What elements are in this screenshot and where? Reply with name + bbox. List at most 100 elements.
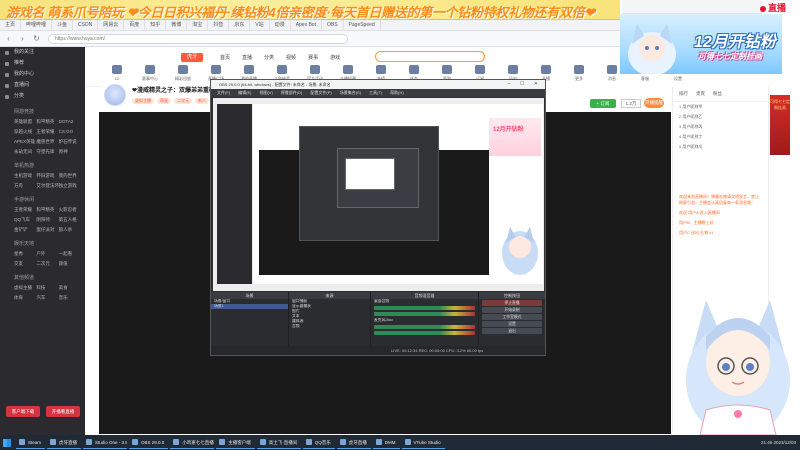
sidebar-category-link[interactable]: 汽车: [36, 294, 58, 302]
browser-tab[interactable]: 京东: [229, 20, 251, 30]
sidebar-category-link[interactable]: 户外: [36, 250, 58, 258]
sidebar-category-link[interactable]: 体育: [14, 294, 36, 302]
sidebar-section-heading[interactable]: 网游竞技: [0, 106, 85, 118]
streamer-avatar[interactable]: [104, 84, 126, 106]
promo-banner[interactable]: 12月开钻粉 可得七七定制挂画: [620, 14, 782, 74]
site-shortcut[interactable]: 赛事中心: [136, 65, 164, 82]
browser-tab[interactable]: PageSpeed: [344, 20, 381, 30]
sidebar-category-link[interactable]: 虚拟主播: [14, 284, 36, 292]
volume-meter[interactable]: [374, 325, 475, 329]
site-nav-link[interactable]: 赛事: [308, 54, 318, 61]
obs-menu-item[interactable]: 配置文件(P): [310, 89, 331, 97]
sidebar-category-link[interactable]: 交友: [14, 260, 36, 268]
browser-tab[interactable]: 网易云: [98, 20, 125, 30]
browser-tab[interactable]: OBS: [322, 20, 344, 30]
reload-icon[interactable]: ↻: [32, 34, 41, 43]
sidebar-category-link[interactable]: 艾尔登法环: [36, 182, 58, 190]
taskbar-app[interactable]: DMM: [372, 436, 400, 449]
sidebar-category-link[interactable]: 和平精英: [36, 206, 58, 214]
site-shortcut[interactable]: 精彩回放: [169, 65, 197, 82]
browser-tab[interactable]: 百度: [124, 20, 146, 30]
sidebar-category-link[interactable]: 和平精英: [36, 118, 58, 126]
browser-tab[interactable]: Apex Bot: [291, 20, 322, 30]
taskbar-app[interactable]: Studio One - 3.5: [83, 436, 128, 449]
sidebar-category-link[interactable]: 一起看: [59, 250, 81, 258]
sidebar-category-link[interactable]: 星秀: [14, 250, 36, 258]
taskbar-app[interactable]: 主播客户端: [216, 436, 255, 449]
taskbar-app[interactable]: 小鸡崽七七直播: [170, 436, 215, 449]
sidebar-category-link[interactable]: 蛋仔派对: [36, 226, 58, 234]
obs-menu-item[interactable]: 文件(F): [217, 89, 230, 97]
sidebar-category-link[interactable]: 炉石传说: [59, 138, 81, 146]
volume-meter[interactable]: [374, 306, 475, 310]
sidebar-category-link[interactable]: 原神: [59, 148, 81, 156]
sidebar-item[interactable]: 直播间: [0, 80, 85, 91]
site-shortcut[interactable]: 更多: [565, 65, 593, 82]
taskbar-app[interactable]: 高土飞·直播间: [256, 436, 301, 449]
browser-tab[interactable]: 抖音: [208, 20, 230, 30]
site-search-input[interactable]: [375, 51, 485, 62]
sidebar-category-link[interactable]: APEX英雄: [14, 138, 36, 146]
sidebar-section-heading[interactable]: 其他频道: [0, 272, 85, 284]
obs-control-button[interactable]: 退出: [482, 328, 542, 334]
rank-row[interactable]: 3 用户昵称丙: [673, 122, 768, 132]
sidebar-section-heading[interactable]: 手游休闲: [0, 194, 85, 206]
site-nav-link[interactable]: 分类: [264, 54, 274, 61]
obs-control-button[interactable]: 工作室模式: [482, 314, 542, 320]
browser-tab[interactable]: 动漫: [270, 20, 291, 30]
sidebar-category-link[interactable]: 王者荣耀: [36, 128, 58, 136]
site-nav-link[interactable]: 首页: [220, 54, 230, 61]
scene-item[interactable]: 场景1: [211, 304, 288, 309]
site-shortcut[interactable]: 12: [103, 65, 131, 82]
obs-window[interactable]: OBS 29.0.0 (64-bit, windows) - 配置文件: 未命名…: [210, 79, 546, 356]
rank-row[interactable]: 1 用户昵称甲: [673, 102, 768, 112]
sidebar-category-link[interactable]: 科技: [36, 284, 58, 292]
sidebar-category-link[interactable]: 主机游戏: [14, 172, 36, 180]
sidebar-item[interactable]: 我的中心: [0, 69, 85, 80]
sidebar-category-link[interactable]: 怀旧游戏: [36, 172, 58, 180]
sidebar-category-link[interactable]: 二次元: [36, 260, 58, 268]
forward-icon[interactable]: ›: [18, 34, 27, 43]
subscribe-button[interactable]: + 订阅: [590, 99, 616, 108]
sidebar-category-link[interactable]: 永劫无间: [14, 148, 36, 156]
sidebar-section-heading[interactable]: 单机热游: [0, 160, 85, 172]
obs-control-button[interactable]: 开始录制: [482, 307, 542, 313]
sidebar-section-heading[interactable]: 娱乐天地: [0, 238, 85, 250]
obs-preview[interactable]: 12月开钻粉: [213, 98, 544, 291]
stream-reminder-button[interactable]: 开播提醒: [644, 98, 664, 108]
rank-row[interactable]: 4 用户昵称丁: [673, 132, 768, 142]
browser-tab[interactable]: 微博: [166, 20, 188, 30]
sidebar-category-link[interactable]: DOTA2: [59, 118, 81, 126]
start-button[interactable]: [0, 435, 14, 450]
browser-tab[interactable]: CSDN: [73, 20, 99, 30]
browser-tab[interactable]: 哔哩哔哩: [21, 20, 53, 30]
sidebar-category-link[interactable]: 第五人格: [59, 216, 81, 224]
obs-menu-item[interactable]: 编辑(E): [238, 89, 251, 97]
sidebar-category-link[interactable]: 音乐: [59, 294, 81, 302]
obs-control-button[interactable]: 设置: [482, 321, 542, 327]
rank-tab[interactable]: 粉丝: [713, 91, 722, 97]
window-controls[interactable]: – ☐ ✕: [508, 80, 542, 89]
browser-tab[interactable]: 淘宝: [187, 20, 209, 30]
start-stream-button[interactable]: 开播看直播: [46, 406, 80, 417]
sidebar-category-link[interactable]: 守望先锋: [36, 148, 58, 156]
sidebar-category-link[interactable]: 美食: [59, 284, 81, 292]
sidebar-category-link[interactable]: 金铲铲: [14, 226, 36, 234]
system-clock[interactable]: 21:45 2023/12/03: [761, 435, 796, 450]
taskbar-app[interactable]: OBS 29.0.0: [129, 436, 169, 449]
stream-tag[interactable]: 萌宠: [157, 98, 171, 104]
taskbar-app[interactable]: Steam: [16, 436, 46, 449]
rank-row[interactable]: 2 用户昵称乙: [673, 112, 768, 122]
taskbar-app[interactable]: QQ音乐: [302, 436, 335, 449]
sidebar-item[interactable]: 我的关注: [0, 47, 85, 58]
obs-menu-item[interactable]: 视图(V): [259, 89, 272, 97]
back-icon[interactable]: ‹: [4, 34, 13, 43]
rank-tab[interactable]: 排行: [679, 91, 688, 97]
sidebar-category-link[interactable]: 独立游戏: [59, 182, 81, 190]
sidebar-category-link[interactable]: 魔兽世界: [36, 138, 58, 146]
taskbar-app[interactable]: 虎牙直播: [336, 436, 371, 449]
stream-tag[interactable]: 虚拟主播: [132, 98, 154, 104]
sidebar-category-link[interactable]: 英雄联盟: [14, 118, 36, 126]
sidebar-item[interactable]: 分类: [0, 91, 85, 102]
rank-row[interactable]: 5 用户昵称戊: [673, 142, 768, 152]
